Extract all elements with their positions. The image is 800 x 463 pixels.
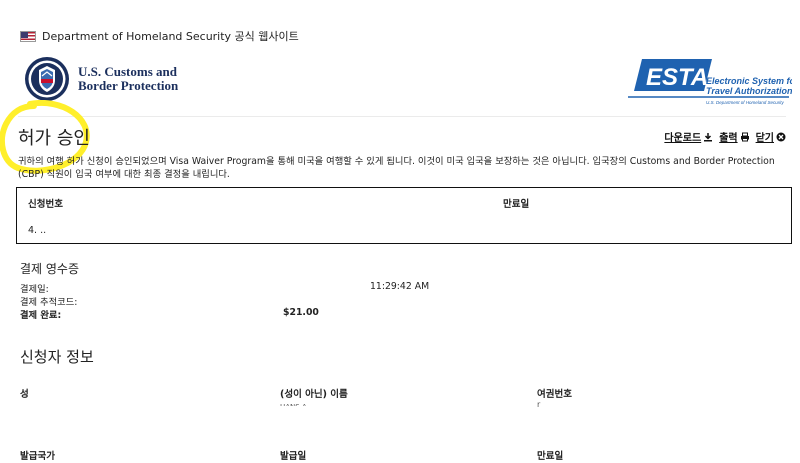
print-label: 출력 [719,133,738,144]
download-icon [704,132,713,141]
payment-amount: $21.00 [283,307,319,318]
page-actions: 다운로드 출력 닫기 [658,129,786,144]
close-label: 닫기 [755,133,774,144]
close-button[interactable]: 닫기 [756,129,786,144]
cbp-name-line2: Border Protection [78,78,179,93]
payment-tracking-label: 결제 추적코드: [20,297,78,308]
application-expiry-label: 만료일 [503,199,530,210]
issue-date-label: 발급일 [280,451,307,462]
surname-label: 성 [20,389,29,400]
page-title: 허가 승인 [18,128,90,149]
esta-line1: Electronic System for [706,76,792,86]
esta-line3: U.S. Department of Homeland Security [706,100,785,105]
print-button[interactable]: 출력 [719,129,749,144]
print-icon [740,132,749,141]
passport-number-value: r [537,400,541,409]
application-number-label: 신청번호 [28,199,63,210]
passport-number-label: 여권번호 [537,389,572,400]
approval-intro-text: 귀하의 여행 허가 신청이 승인되었으며 Visa Waiver Program… [18,156,775,180]
esta-line2: Travel Authorization [706,86,792,96]
applicant-info-heading: 신청자 정보 [20,348,94,366]
esta-logo-text: ESTA [646,64,708,91]
payment-complete-label: 결제 완료: [20,310,62,321]
download-button[interactable]: 다운로드 [664,129,713,144]
cbp-logo[interactable]: U.S. Customs and Border Protection [24,56,178,102]
payment-date-value: 11:29:42 AM [370,281,430,292]
close-icon [776,132,786,141]
issuing-country-label: 발급국가 [20,451,55,462]
header-divider [18,116,786,117]
application-box: 신청번호 만료일 4. .. [16,187,792,244]
passport-expiry-label: 만료일 [537,451,564,462]
esta-logo[interactable]: ESTA Electronic System for Travel Author… [624,55,792,107]
download-label: 다운로드 [664,133,702,144]
payment-receipt-heading: 결제 영수증 [20,262,80,276]
given-name-label: (성이 아닌) 이름 [280,389,348,400]
given-name-value: HANS A [280,401,307,406]
dhs-seal-icon [25,57,69,101]
payment-date-label: 결제일: [20,284,49,295]
application-number-value: 4. .. [28,225,47,236]
us-flag-icon [20,30,36,42]
official-site-banner: Department of Homeland Security 공식 웹사이트 [20,29,299,43]
cbp-name-line1: U.S. Customs and [78,64,177,79]
official-site-text: Department of Homeland Security 공식 웹사이트 [42,30,299,43]
